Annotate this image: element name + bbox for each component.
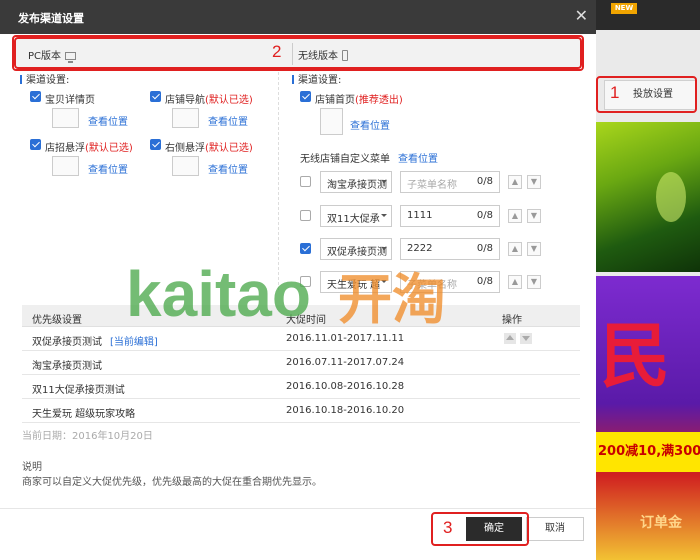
table-row: 双促承接页测试 [当前编辑] 2016.11.01-2017.11.11 — [22, 327, 580, 351]
kaitao-watermark-logo: kaitao 开淘 — [126, 262, 444, 328]
footer-divider — [0, 508, 596, 509]
current-edit-tag[interactable]: [当前编辑] — [110, 337, 158, 348]
view-position-shop-nav[interactable]: 查看位置 — [208, 113, 248, 128]
label-item-detail: 宝贝详情页 — [45, 95, 95, 106]
view-position-custom-menu[interactable]: 查看位置 — [398, 150, 438, 165]
background-banner-image — [596, 122, 700, 272]
checkbox-right-float[interactable] — [150, 139, 161, 150]
checkbox-shop-nav[interactable] — [150, 91, 161, 102]
svg-text:开淘: 开淘 — [338, 268, 444, 328]
row-name: 双促承接页测试 [当前编辑] — [32, 337, 158, 348]
pc-channel-settings-title: 渠道设置: — [20, 71, 69, 86]
row-name: 双11大促承接页测试 — [32, 385, 125, 396]
submenu-name-input[interactable]: 2222 0/8 — [400, 238, 500, 260]
priority-down-icon[interactable] — [520, 333, 532, 344]
checkbox-menu-row[interactable] — [300, 210, 311, 221]
checkbox-item-detail[interactable] — [30, 91, 41, 102]
header-priority: 优先级设置 — [32, 315, 82, 326]
current-date: 当前日期：2016年10月20日 — [22, 431, 153, 442]
dialog-header: 发布渠道设置 ✕ — [0, 0, 596, 34]
thumbnail-right-float — [172, 156, 199, 176]
note-title: 说明 — [22, 462, 42, 473]
checkbox-shop-home[interactable] — [300, 91, 311, 102]
table-row: 双11大促承接页测试 2016.10.08-2016.10.28 — [22, 375, 580, 399]
row-time: 2016.10.18-2016.10.20 — [286, 405, 405, 416]
dialog-title: 发布渠道设置 — [18, 12, 84, 25]
label-shop-home: 店铺首页(推荐透出) — [315, 95, 403, 106]
move-down-button[interactable]: ▼ — [527, 209, 541, 223]
thumbnail-shop-nav — [172, 108, 199, 128]
background-promo-text: 200减10,满300减 — [598, 444, 700, 459]
column-divider — [278, 72, 279, 290]
view-position-header-float[interactable]: 查看位置 — [88, 161, 128, 176]
menu-page-select[interactable]: 双11大促承 — [320, 205, 392, 227]
background-order-text: 订单金 — [640, 515, 682, 531]
new-badge: NEW — [611, 3, 637, 14]
submenu-name-input[interactable]: 1111 0/8 — [400, 205, 500, 227]
submenu-name-input[interactable]: 子菜单名称 0/8 — [400, 171, 500, 193]
move-up-button[interactable]: ▲ — [508, 275, 522, 289]
checkbox-menu-row[interactable] — [300, 176, 311, 187]
background-promo-char: 民 — [600, 314, 670, 397]
callout-number-1: 1 — [610, 83, 620, 102]
close-icon[interactable]: ✕ — [575, 6, 588, 25]
move-down-button[interactable]: ▼ — [527, 242, 541, 256]
row-time: 2016.07.11-2017.07.24 — [286, 357, 405, 368]
mobile-channel-settings-title: 渠道设置: — [292, 71, 341, 86]
svg-text:kaitao: kaitao — [126, 262, 311, 328]
move-down-button[interactable]: ▼ — [527, 175, 541, 189]
thumbnail-shop-home — [320, 108, 343, 135]
move-down-button[interactable]: ▼ — [527, 275, 541, 289]
row-name: 淘宝承接页测试 — [32, 361, 102, 372]
row-time: 2016.11.01-2017.11.11 — [286, 333, 405, 344]
view-position-right-float[interactable]: 查看位置 — [208, 161, 248, 176]
custom-menu-title: 无线店铺自定义菜单 — [300, 154, 390, 165]
label-shop-nav: 店铺导航(默认已选) — [165, 95, 253, 106]
table-row: 天生爱玩 超级玩家攻略 2016.10.18-2016.10.20 — [22, 399, 580, 423]
label-right-float: 右侧悬浮(默认已选) — [165, 143, 253, 154]
thumbnail-header-float — [52, 156, 79, 176]
view-position-shop-home[interactable]: 查看位置 — [350, 117, 390, 132]
priority-up-icon[interactable] — [504, 333, 516, 344]
move-up-button[interactable]: ▲ — [508, 242, 522, 256]
move-up-button[interactable]: ▲ — [508, 209, 522, 223]
header-actions: 操作 — [502, 315, 522, 326]
callout-box-3 — [431, 512, 529, 546]
row-time: 2016.10.08-2016.10.28 — [286, 381, 405, 392]
thumbnail-item-detail — [52, 108, 79, 128]
view-position-item-detail[interactable]: 查看位置 — [88, 113, 128, 128]
checkbox-menu-row[interactable] — [300, 243, 311, 254]
callout-box-2 — [12, 35, 584, 71]
note-body: 商家可以自定义大促优先级，优先级最高的大促在重合期优先显示。 — [22, 477, 322, 488]
checkbox-header-float[interactable] — [30, 139, 41, 150]
menu-page-select[interactable]: 淘宝承接页测 — [320, 171, 392, 193]
label-header-float: 店招悬浮(默认已选) — [45, 143, 133, 154]
menu-page-select[interactable]: 双促承接页测 — [320, 238, 392, 260]
row-name: 天生爱玩 超级玩家攻略 — [32, 409, 136, 420]
move-up-button[interactable]: ▲ — [508, 175, 522, 189]
table-row: 淘宝承接页测试 2016.07.11-2017.07.24 — [22, 351, 580, 375]
cancel-button[interactable]: 取消 — [526, 517, 584, 541]
